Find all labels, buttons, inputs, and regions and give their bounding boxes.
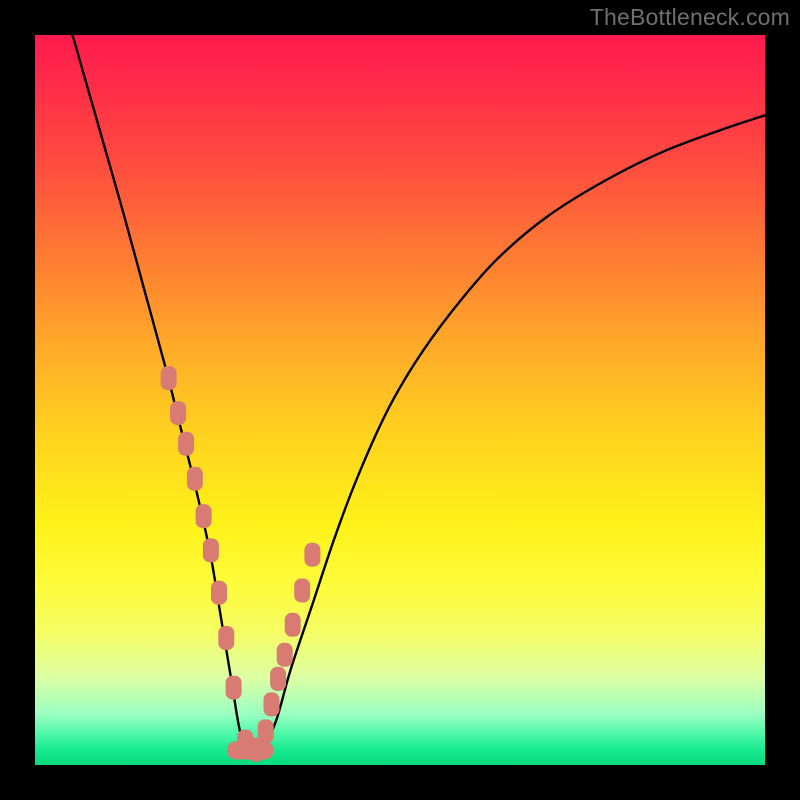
data-marker [270, 667, 286, 691]
data-marker [187, 467, 203, 491]
data-marker [203, 538, 219, 562]
data-marker [218, 626, 234, 650]
data-marker [294, 579, 310, 603]
data-marker [277, 643, 293, 667]
data-marker-min [227, 741, 273, 759]
data-marker [226, 676, 242, 700]
curve-layer [35, 35, 765, 765]
plot-area [35, 35, 765, 765]
data-marker [258, 719, 274, 743]
data-marker [211, 581, 227, 605]
chart-frame: TheBottleneck.com [0, 0, 800, 800]
data-marker [304, 543, 320, 567]
marker-group [161, 366, 321, 762]
data-marker [170, 401, 186, 425]
bottleneck-curve [35, 35, 765, 754]
data-marker [285, 613, 301, 637]
watermark-text: TheBottleneck.com [590, 4, 790, 31]
curve-path [35, 35, 765, 754]
data-marker [264, 692, 280, 716]
data-marker [178, 432, 194, 456]
data-marker [161, 366, 177, 390]
data-marker [196, 504, 212, 528]
